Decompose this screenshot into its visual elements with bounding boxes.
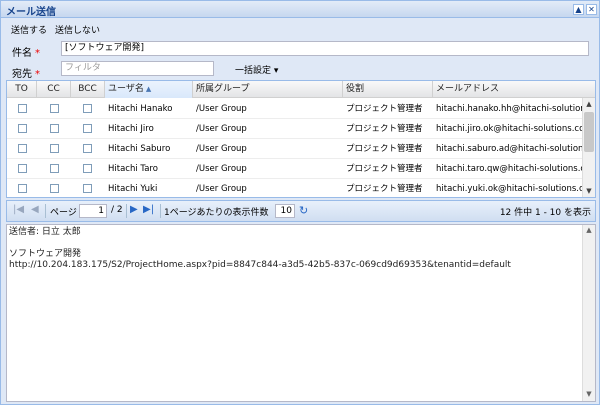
column-header-user[interactable]: ユーザ名 ▲ [105,81,193,98]
send-button[interactable]: 送信する [11,23,47,36]
scroll-down-icon[interactable]: ▼ [583,390,595,398]
cell-email: hitachi.hanako.hh@hitachi-solutions.... [436,104,583,114]
next-page-icon[interactable]: ▶ [130,204,138,215]
to-checkbox[interactable] [18,144,27,153]
cell-group: /User Group [196,184,247,194]
first-page-icon[interactable]: |◀ [13,204,24,215]
bcc-checkbox[interactable] [83,144,92,153]
cell-email: hitachi.taro.qw@hitachi-solutions.com [436,164,583,174]
to-checkbox[interactable] [18,184,27,193]
cell-role: プロジェクト管理者 [346,184,423,194]
cc-checkbox[interactable] [50,164,59,173]
cell-group: /User Group [196,124,247,134]
page-label: ページ [50,208,77,218]
cell-role: プロジェクト管理者 [346,164,423,174]
table-row[interactable]: Hitachi Jiro/User Group プロジェクト管理者 hitachi.… [7,119,583,139]
column-header-bcc[interactable]: BCC [71,81,105,98]
cc-checkbox[interactable] [50,104,59,113]
recipient-grid: TO CC BCC ユーザ名 ▲ 所属グループ 役割 メールアドレス Hitach… [6,80,596,198]
cell-email: hitachi.jiro.ok@hitachi-solutions.com [436,124,583,134]
message-scrollbar[interactable]: ▲ ▼ [582,225,595,401]
per-page-label: 1ページあたりの表示件数 [164,208,269,218]
to-checkbox[interactable] [18,164,27,173]
recipients-label: 宛先 * [12,65,40,80]
to-checkbox[interactable] [18,104,27,113]
window-title: メール送信 [6,7,56,18]
cell-group: /User Group [196,104,247,114]
display-summary: 12 件中 1 - 10 を表示 [499,208,591,218]
column-header-group[interactable]: 所属グループ [193,81,343,98]
cell-user: Hitachi Jiro [108,124,154,134]
pager-separator [160,204,161,218]
column-header-email[interactable]: メールアドレス [433,81,595,98]
column-header-to[interactable]: TO [7,81,37,98]
table-row[interactable]: Hitachi Hanako/User Group プロジェクト管理者 hitach… [7,99,583,119]
table-row[interactable]: Hitachi Yuki/User Group プロジェクト管理者 hitachi.… [7,179,583,197]
page-number-input[interactable]: 1 [79,204,107,218]
cell-user: Hitachi Taro [108,164,158,174]
cell-group: /User Group [196,164,247,174]
bulk-setting-menu[interactable]: 一括設定 ▾ [235,63,278,76]
cell-role: プロジェクト管理者 [346,104,423,114]
cc-checkbox[interactable] [50,144,59,153]
cell-user: Hitachi Saburo [108,144,171,154]
table-row[interactable]: Hitachi Saburo/User Group プロジェクト管理者 hitach… [7,139,583,159]
bcc-checkbox[interactable] [83,184,92,193]
bulk-setting-label: 一括設定 [235,66,272,76]
subject-required-mark: * [35,48,40,59]
toolbar: 送信する 送信しない [1,19,599,39]
paging-toolbar: |◀ ◀ ページ 1 / 2 ▶ ▶| 1ページあたりの表示件数 10 ↻ 12… [6,200,596,222]
subject-input[interactable]: [ソフトウェア開発] [61,41,589,56]
recipients-required-mark: * [35,69,40,80]
dropdown-arrow-icon: ▾ [273,66,279,76]
scroll-thumb[interactable] [584,112,594,152]
pager-separator [126,204,127,218]
mail-send-window: メール送信 ▲ ✕ 送信する 送信しない 件名 * [ソフトウェア開発] 宛先 * … [0,0,600,405]
scroll-down-icon[interactable]: ▼ [583,185,595,197]
cell-group: /User Group [196,144,247,154]
per-page-input[interactable]: 10 [275,204,295,218]
cc-checkbox[interactable] [50,124,59,133]
column-header-role[interactable]: 役割 [343,81,433,98]
cell-role: プロジェクト管理者 [346,124,423,134]
window-title-bar[interactable]: メール送信 ▲ ✕ [1,1,599,18]
cell-email: hitachi.yuki.ok@hitachi-solutions.com [436,184,583,194]
cell-user: Hitachi Hanako [108,104,173,114]
recipient-filter-input[interactable]: フィルタ [61,61,214,76]
message-body-textarea[interactable]: 送信者: 日立 太郎 ソフトウェア開発 http://10.204.183.17… [6,224,596,402]
message-body-text: 送信者: 日立 太郎 ソフトウェア開発 http://10.204.183.17… [9,227,511,270]
column-header-cc[interactable]: CC [37,81,71,98]
table-row[interactable]: Hitachi Taro/User Group プロジェクト管理者 hitachi.… [7,159,583,179]
cc-checkbox[interactable] [50,184,59,193]
subject-label: 件名 * [12,44,40,59]
scroll-up-icon[interactable]: ▲ [583,226,595,234]
bcc-checkbox[interactable] [83,164,92,173]
collapse-icon[interactable]: ▲ [573,4,584,15]
cell-email: hitachi.saburo.ad@hitachi-solutions.com [436,144,583,154]
bcc-checkbox[interactable] [83,104,92,113]
page-total: / 2 [111,205,123,215]
grid-scrollbar[interactable]: ▲ ▼ [582,98,595,197]
recipients-label-text: 宛先 [12,69,32,80]
close-icon[interactable]: ✕ [586,4,597,15]
column-header-user-text: ユーザ名 [108,84,144,94]
grid-header: TO CC BCC ユーザ名 ▲ 所属グループ 役割 メールアドレス [7,81,595,98]
scroll-up-icon[interactable]: ▲ [583,98,595,110]
do-not-send-button[interactable]: 送信しない [55,23,100,36]
pager-separator [45,204,46,218]
cell-role: プロジェクト管理者 [346,144,423,154]
last-page-icon[interactable]: ▶| [143,204,154,215]
to-checkbox[interactable] [18,124,27,133]
cell-user: Hitachi Yuki [108,184,158,194]
refresh-icon[interactable]: ↻ [299,204,308,217]
sort-ascending-icon: ▲ [145,85,152,93]
bcc-checkbox[interactable] [83,124,92,133]
subject-label-text: 件名 [12,48,32,59]
prev-page-icon[interactable]: ◀ [31,204,39,215]
